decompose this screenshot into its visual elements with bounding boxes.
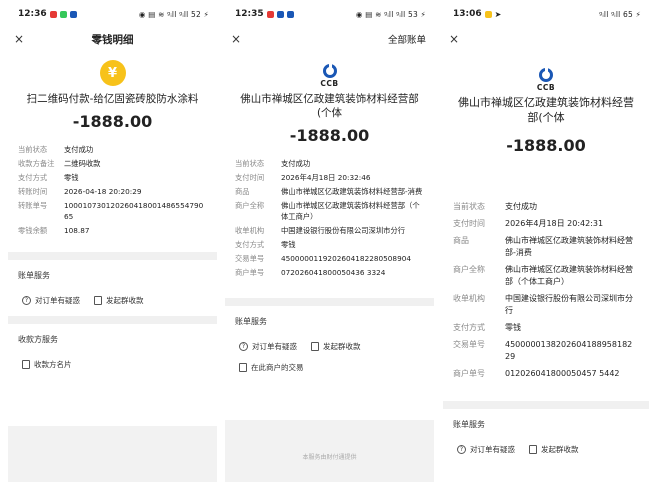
coin-icon: ¥	[99, 60, 126, 86]
status-indicators: ◉ ▤ ≋ ᵍᵢll ᵍᵢll 52 ⚡	[138, 9, 209, 19]
detail-row: 支付方式 零钱	[235, 239, 296, 249]
detail-row: 支付时间 2026年4月18日 20:32:46	[235, 173, 371, 183]
detail-row: 商户单号 072026041800050436 3324	[235, 267, 386, 277]
receipt-icon	[529, 444, 537, 454]
section-title: 账单服务	[18, 270, 50, 280]
notification-icon	[266, 10, 274, 18]
detail-row: 转账单号 10001073012026041800148655479065	[18, 200, 204, 221]
divider	[8, 251, 217, 260]
location-icon: ➤	[494, 9, 502, 19]
detail-list: 当前状态 支付成功 支付时间 2026年4月18日 20:42:31 商品 佛山市禅城…	[443, 201, 649, 401]
detail-row: 收单机构 中国建设银行股份有限公司深圳市分行	[453, 293, 633, 315]
status-time: 12:35	[235, 9, 264, 19]
status-time: 13:06	[453, 9, 482, 19]
section-title: 账单服务	[235, 316, 267, 326]
question-icon: ?	[457, 444, 466, 454]
detail-row: 商户单号 012026041800050457 5442	[453, 368, 620, 378]
merchant-transactions-button[interactable]: 在此商户的交易	[239, 362, 304, 373]
ccb-bill-detail-screen: 12:35 ◉ ▤ ≋ ᵍᵢll ᵍᵢll 53 ⚡ × 全部账单 CCB 佛山…	[225, 0, 434, 482]
divider	[8, 315, 217, 324]
footer-area	[8, 426, 217, 482]
question-icon: ?	[22, 295, 31, 305]
section-title: 收款方服务	[18, 334, 58, 344]
divider	[225, 297, 434, 306]
detail-row: 当前状态 支付成功	[235, 159, 311, 169]
detail-row: 收款方备注 二维码收款	[18, 159, 101, 169]
status-bar: 12:35 ◉ ▤ ≋ ᵍᵢll ᵍᵢll 53 ⚡	[225, 0, 434, 28]
detail-row: 转账时间 2026-04-18 20:20:29	[18, 186, 142, 196]
receipt-icon	[94, 295, 102, 305]
status-bar: 13:06 ➤ ᵍᵢll ᵍᵢll 65 ⚡	[443, 0, 649, 28]
group-collect-button[interactable]: 发起群收款	[529, 444, 579, 455]
app-icon	[286, 10, 294, 18]
ccb-logo: CCB	[225, 64, 434, 88]
status-time: 12:36	[18, 9, 47, 19]
service-actions: ? 对订单有疑惑 发起群收款	[8, 289, 217, 316]
detail-row: 支付时间 2026年4月18日 20:42:31	[453, 218, 604, 228]
detail-row: 当前状态 支付成功	[453, 201, 537, 211]
card-icon	[22, 359, 30, 369]
nav-bar: × 零钱明细	[8, 28, 217, 50]
status-bar: 12:36 ◉ ▤ ≋ ᵍᵢll ᵍᵢll 52 ⚡	[8, 0, 217, 28]
detail-row: 商品 佛山市禅城区亿政建筑装饰材料经营部-消费	[235, 187, 423, 197]
detail-list: 当前状态 支付成功 收款方备注 二维码收款 支付方式 零钱 转账时间 2026-04-1…	[8, 145, 217, 252]
amount: -1888.00	[506, 135, 586, 155]
status-indicators: ᵍᵢll ᵍᵢll 65 ⚡	[599, 9, 641, 19]
close-icon[interactable]: ×	[231, 32, 241, 46]
group-collect-button[interactable]: 发起群收款	[94, 295, 144, 306]
list-icon	[239, 362, 247, 372]
close-icon[interactable]: ×	[449, 32, 459, 46]
order-question-button[interactable]: ? 对订单有疑惑	[22, 295, 80, 306]
payee-card-button[interactable]: 收款方名片	[22, 359, 72, 370]
page-title: 零钱明细	[91, 33, 134, 46]
question-icon: ?	[239, 341, 248, 351]
merchant-actions: 在此商户的交易	[225, 362, 434, 383]
nav-bar: ×	[443, 28, 649, 50]
detail-row: 零钱余额 108.87	[18, 225, 90, 235]
merchant-name: 扫二维码付款-给亿固瓷砖胶防水涂料	[26, 93, 199, 105]
status-indicators: ◉ ▤ ≋ ᵍᵢll ᵍᵢll 53 ⚡	[355, 9, 426, 19]
service-actions: ? 对订单有疑惑 发起群收款	[443, 438, 649, 465]
detail-row: 交易单号 4500000119202604182280508904	[235, 253, 411, 263]
order-question-button[interactable]: ? 对订单有疑惑	[239, 341, 297, 352]
wechat-change-detail-screen: 12:36 ◉ ▤ ≋ ᵍᵢll ᵍᵢll 52 ⚡ × 零钱明细 ¥ 扫二维码…	[8, 0, 217, 482]
amount: -1888.00	[289, 126, 370, 146]
merchant-name: 佛山市禅城区亿政建筑装饰材料经营部(个体	[240, 93, 419, 120]
detail-row: 收单机构 中国建设银行股份有限公司深圳市分行	[235, 226, 406, 236]
app-icon	[276, 10, 284, 18]
detail-row: 商品 佛山市禅城区亿政建筑装饰材料经营部-消费	[453, 235, 633, 257]
detail-row: 支付方式 零钱	[453, 322, 521, 332]
ccb-logo: CCB	[443, 68, 649, 92]
ccb-logo-icon	[539, 68, 553, 82]
divider	[443, 400, 649, 409]
ccb-bill-detail-screen-2: 13:06 ➤ ᵍᵢll ᵍᵢll 65 ⚡ × CCB 佛山市禅城区亿政建筑装…	[443, 0, 649, 482]
footer-area	[225, 420, 434, 482]
order-question-button[interactable]: ? 对订单有疑惑	[457, 444, 515, 455]
group-collect-button[interactable]: 发起群收款	[311, 341, 361, 352]
payee-actions: 收款方名片	[8, 353, 217, 380]
service-actions: ? 对订单有疑惑 发起群收款	[225, 335, 434, 362]
amount: -1888.00	[72, 112, 153, 132]
merchant-name: 佛山市禅城区亿政建筑装饰材料经营部(个体	[458, 96, 634, 124]
receipt-icon	[311, 341, 319, 351]
all-bills-link[interactable]: 全部账单	[388, 32, 426, 46]
detail-row: 商户全称 佛山市禅城区亿政建筑装饰材料经营部（个体工商户）	[453, 264, 633, 286]
detail-row: 支付方式 零钱	[18, 173, 79, 183]
app-icon	[69, 10, 77, 18]
wechat-icon	[59, 10, 67, 18]
footnote: 本服务由财付通提供	[302, 454, 357, 461]
notification-icon	[49, 10, 57, 18]
close-icon[interactable]: ×	[14, 32, 24, 46]
ccb-logo-icon	[322, 64, 337, 78]
detail-row: 当前状态 支付成功	[18, 145, 94, 155]
detail-row: 商户全称 佛山市禅城区亿政建筑装饰材料经营部（个体工商户）	[235, 201, 420, 222]
nav-bar: × 全部账单	[225, 28, 434, 50]
section-title: 账单服务	[453, 419, 485, 429]
detail-list: 当前状态 支付成功 支付时间 2026年4月18日 20:32:46 商品 佛山市禅城…	[225, 159, 434, 297]
notification-icon	[484, 10, 492, 18]
detail-row: 交易单号 4500000138202604188958182 29	[453, 339, 633, 361]
